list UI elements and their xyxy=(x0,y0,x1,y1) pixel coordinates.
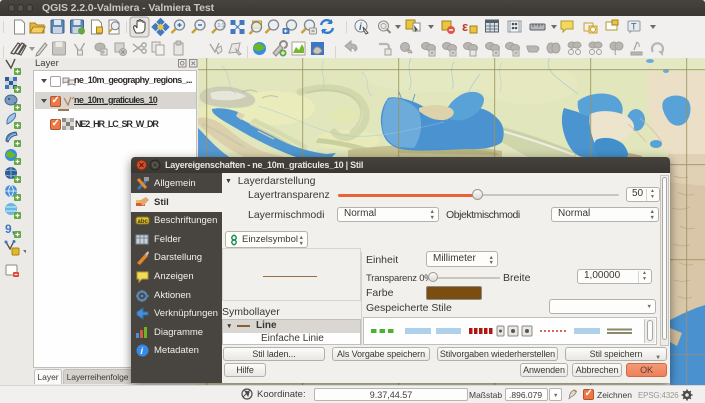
svg-text:ε: ε xyxy=(462,19,468,34)
svg-text:9,: 9, xyxy=(5,222,15,236)
svg-text:abc: abc xyxy=(138,219,149,225)
svg-text:1:1: 1:1 xyxy=(218,23,225,29)
svg-text:i: i xyxy=(359,22,362,33)
svg-text:T: T xyxy=(631,22,637,32)
